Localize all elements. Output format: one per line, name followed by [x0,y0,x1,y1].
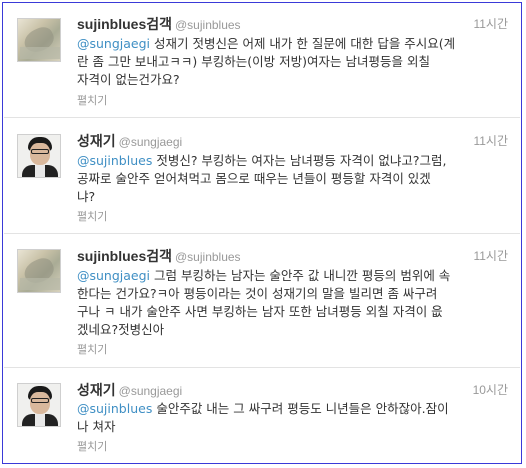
tweet-text: @sujinblues 젓병신? 부킹하는 여자는 남녀평등 자격이 없냐고?그… [77,152,508,206]
tweet-text-line: 구나 ㅋ 내가 술안주 사면 부킹하는 남자 또한 남녀평등 외칠 자격이 읎 [77,304,443,319]
timestamp[interactable]: 11시간 [473,247,508,264]
expand-link[interactable]: 펼치기 [77,438,107,454]
expand-link[interactable]: 펼치기 [77,92,107,108]
tweet-timeline: sujinblues검객 @sujinblues 11시간 @sungjaegi … [2,2,522,464]
tweet-item[interactable]: 성재기 @sungjaegi 11시간 @sujinblues 젓병신? 부킹하는… [4,118,520,234]
avatar[interactable] [17,249,61,293]
avatar[interactable] [17,383,61,427]
tweet-text-line: 술안주값 내는 그 싸구려 평등도 니년들은 안하잖아.잠이 [152,401,449,416]
user-handle[interactable]: @sujinblues [175,250,241,264]
avatar[interactable] [17,18,61,62]
tweet-text: @sujinblues 술안주값 내는 그 싸구려 평등도 니년들은 안하잖아.… [77,400,508,436]
tweet-text-line: 자격이 없는건가요? [77,72,180,87]
tweet-text-line: 냐? [77,189,96,204]
timestamp[interactable]: 11시간 [473,132,508,149]
tweet-text-line: 성재기 젓병신은 어제 내가 한 질문에 대한 답을 주시요(계 [150,36,456,51]
user-name[interactable]: 성재기 [77,133,116,149]
tweet-text-line: 공짜로 술안주 얻어쳐먹고 몸으로 때우는 년들이 평등할 자격이 있겠 [77,171,431,186]
user-handle[interactable]: @sungjaegi [119,384,183,398]
tweet-item[interactable]: sujinblues검객 @sujinblues 11시간 @sungjaegi … [4,234,520,368]
tweet-text-line: 겠네요?젓병신아 [77,322,165,337]
user-handle[interactable]: @sungjaegi [119,135,183,149]
timestamp[interactable]: 10시간 [473,381,508,398]
tweet-item[interactable]: sujinblues검객 @sujinblues 11시간 @sungjaegi … [4,3,520,118]
tweet-text-line: 그럼 부킹하는 남자는 술안주 값 내니깐 평등의 범위에 속 [150,268,451,283]
tweet-text-line: 란 좀 그만 보내고ㅋㅋ) 부킹하는(이방 저방)여자는 남녀평등을 외칠 [77,54,430,69]
expand-link[interactable]: 펼치기 [77,208,107,224]
timestamp[interactable]: 11시간 [473,15,508,32]
user-name[interactable]: sujinblues검객 [77,16,172,32]
mention-link[interactable]: @sujinblues [77,153,152,168]
user-name[interactable]: sujinblues검객 [77,248,172,264]
mention-link[interactable]: @sujinblues [77,401,152,416]
user-handle[interactable]: @sujinblues [175,18,241,32]
tweet-text-line: 젓병신? 부킹하는 여자는 남녀평등 자격이 없냐고?그럼, [152,153,447,168]
mention-link[interactable]: @sungjaegi [77,36,150,51]
avatar[interactable] [17,134,61,178]
tweet-text: @sungjaegi 그럼 부킹하는 남자는 술안주 값 내니깐 평등의 범위에… [77,267,508,339]
tweet-text-line: 한다는 건가요?ㅋ아 평등이라는 것이 성재기의 말을 빌리면 좀 싸구려 [77,286,438,301]
mention-link[interactable]: @sungjaegi [77,268,150,283]
user-name[interactable]: 성재기 [77,382,116,398]
tweet-text-line: 나 쳐자 [77,419,116,434]
tweet-text: @sungjaegi 성재기 젓병신은 어제 내가 한 질문에 대한 답을 주시… [77,35,508,89]
tweet-item[interactable]: 성재기 @sungjaegi 10시간 @sujinblues 술안주값 내는 그… [4,368,520,463]
expand-link[interactable]: 펼치기 [77,341,107,357]
